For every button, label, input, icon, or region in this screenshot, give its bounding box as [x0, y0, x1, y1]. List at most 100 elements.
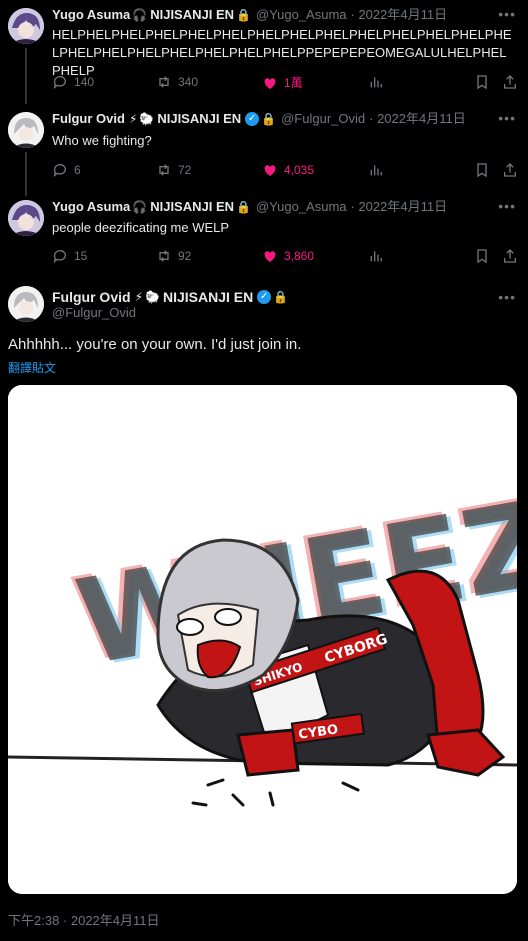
- tweet-actions: 140 340 1萬: [52, 74, 516, 94]
- reply-icon: [53, 164, 66, 177]
- avatar[interactable]: [8, 200, 44, 236]
- retweet-icon: [159, 76, 169, 88]
- reply-button[interactable]: 6: [52, 162, 81, 178]
- display-name[interactable]: Fulgur Ovid: [52, 110, 125, 128]
- handle[interactable]: @Yugo_Asuma: [256, 198, 347, 216]
- analytics-icon: [370, 251, 382, 262]
- handle[interactable]: @Fulgur_Ovid: [52, 305, 136, 320]
- display-name-suffix: NIJISANJI EN: [150, 7, 235, 22]
- tweet-date[interactable]: · 2022年4月11日: [351, 198, 448, 216]
- lock-icon: 🔒: [236, 8, 251, 22]
- tweet-timestamp[interactable]: 下午2:38 · 2022年4月11日: [8, 910, 160, 929]
- more-icon[interactable]: •••: [498, 289, 516, 305]
- lightning-icon: ⚡: [134, 290, 143, 304]
- like-count: 4,035: [284, 163, 315, 177]
- share-button[interactable]: [502, 74, 518, 90]
- share-button[interactable]: [502, 248, 518, 264]
- lock-icon: 🔒: [236, 200, 251, 214]
- bookmark-button[interactable]: [474, 74, 490, 90]
- lock-icon: 🔒: [261, 112, 277, 126]
- tweet-text: people deezificating me WELP: [52, 220, 230, 235]
- like-button[interactable]: 1萬: [262, 74, 303, 91]
- display-name-suffix: NIJISANJI EN: [162, 289, 254, 305]
- tweet-text: HELPHELPHELPHELPHELPHELPHELPHELPHELPHELP…: [52, 27, 512, 78]
- conversation-page: Yugo Asuma 🎧 NIJISANJI EN 🔒 @Yugo_Asuma …: [0, 0, 528, 941]
- retweet-button[interactable]: 92: [156, 248, 191, 264]
- reply-count: 140: [74, 75, 95, 89]
- tweet-date[interactable]: · 2022年4月11日: [351, 6, 448, 24]
- reply-icon: [53, 250, 66, 263]
- tweet-actions: 6 72 4,035: [52, 162, 516, 182]
- retweet-button[interactable]: 72: [156, 162, 191, 178]
- headphones-icon: 🎧: [132, 200, 148, 214]
- retweet-count: 72: [178, 163, 192, 177]
- translate-link[interactable]: 翻譯貼文: [8, 359, 56, 376]
- tweet-3[interactable]: Yugo Asuma 🎧 NIJISANJI EN 🔒 @Yugo_Asuma …: [0, 192, 528, 280]
- bookmark-button[interactable]: [474, 162, 490, 178]
- heart-icon: [264, 165, 276, 176]
- more-icon[interactable]: •••: [498, 6, 516, 22]
- wheeze-illustration: WHEEZE WHEEZE WHEEZE CYBORG SHIKYO CYBO: [8, 385, 517, 894]
- retweet-count: 340: [178, 75, 199, 89]
- retweet-button[interactable]: 340: [156, 74, 198, 90]
- main-tweet-text: Ahhhhh... you're on your own. I'd just j…: [8, 336, 302, 353]
- heart-icon: [264, 251, 276, 262]
- analytics-icon: [370, 165, 382, 176]
- more-icon[interactable]: •••: [498, 110, 516, 126]
- lightning-icon: ⚡: [128, 112, 138, 126]
- more-icon[interactable]: •••: [498, 198, 516, 214]
- headphones-icon: 🎧: [132, 8, 148, 22]
- analytics-button[interactable]: [368, 74, 384, 90]
- display-name[interactable]: Fulgur Ovid: [52, 289, 131, 305]
- analytics-button[interactable]: [368, 248, 384, 264]
- reply-button[interactable]: 140: [52, 74, 94, 90]
- display-name-suffix: NIJISANJI EN: [150, 199, 235, 214]
- sheep-icon: 🐑: [139, 112, 155, 126]
- bookmark-button[interactable]: [474, 248, 490, 264]
- retweet-icon: [159, 250, 169, 262]
- handle[interactable]: @Fulgur_Ovid: [281, 110, 365, 128]
- bookmark-icon: [477, 75, 487, 90]
- analytics-button[interactable]: [368, 162, 384, 178]
- like-button[interactable]: 4,035: [262, 162, 314, 178]
- tweet-header: Yugo Asuma 🎧 NIJISANJI EN 🔒 @Yugo_Asuma …: [52, 198, 518, 216]
- tweet-header: Fulgur Ovid ⚡ 🐑 NIJISANJI EN ✓ 🔒 @Fulgur…: [52, 110, 518, 128]
- lock-icon: 🔒: [273, 290, 289, 304]
- reply-button[interactable]: 15: [52, 248, 87, 264]
- sheep-icon: 🐑: [145, 290, 160, 304]
- tweet-image[interactable]: WHEEZE WHEEZE WHEEZE CYBORG SHIKYO CYBO: [8, 385, 517, 894]
- reply-count: 15: [74, 249, 88, 263]
- reply-icon: [53, 76, 66, 89]
- bookmark-icon: [477, 249, 487, 264]
- tweet-date[interactable]: · 2022年4月11日: [369, 110, 466, 128]
- tweet-actions: 15 92 3,860: [52, 248, 516, 268]
- share-button[interactable]: [502, 162, 518, 178]
- avatar[interactable]: [8, 286, 44, 322]
- handle[interactable]: @Yugo_Asuma: [256, 6, 347, 24]
- tweet-text: Who we fighting?: [52, 133, 152, 148]
- tweet-1[interactable]: Yugo Asuma 🎧 NIJISANJI EN 🔒 @Yugo_Asuma …: [0, 0, 528, 104]
- tweet-header: Yugo Asuma 🎧 NIJISANJI EN 🔒 @Yugo_Asuma …: [52, 6, 518, 24]
- main-author: Fulgur Ovid ⚡ 🐑 NIJISANJI EN ✓ 🔒: [52, 289, 288, 305]
- reply-count: 6: [74, 163, 81, 177]
- like-count: 1萬: [284, 76, 303, 90]
- heart-icon: [264, 77, 276, 89]
- retweet-icon: [159, 164, 169, 176]
- display-name[interactable]: Yugo Asuma: [52, 198, 130, 216]
- share-icon: [504, 75, 516, 89]
- verified-icon: ✓: [245, 112, 260, 126]
- share-icon: [504, 163, 516, 177]
- like-count: 3,860: [284, 249, 315, 263]
- analytics-icon: [370, 77, 382, 88]
- thread-line: [25, 48, 27, 104]
- bookmark-icon: [477, 163, 487, 178]
- verified-icon: ✓: [257, 290, 272, 304]
- tweet-2[interactable]: Fulgur Ovid ⚡ 🐑 NIJISANJI EN ✓ 🔒 @Fulgur…: [0, 104, 528, 196]
- like-button[interactable]: 3,860: [262, 248, 314, 264]
- avatar[interactable]: [8, 8, 44, 44]
- display-name[interactable]: Yugo Asuma: [52, 6, 130, 24]
- avatar[interactable]: [8, 112, 44, 148]
- share-icon: [504, 249, 516, 263]
- display-name-suffix: NIJISANJI EN: [157, 111, 242, 126]
- thread-line: [25, 152, 27, 196]
